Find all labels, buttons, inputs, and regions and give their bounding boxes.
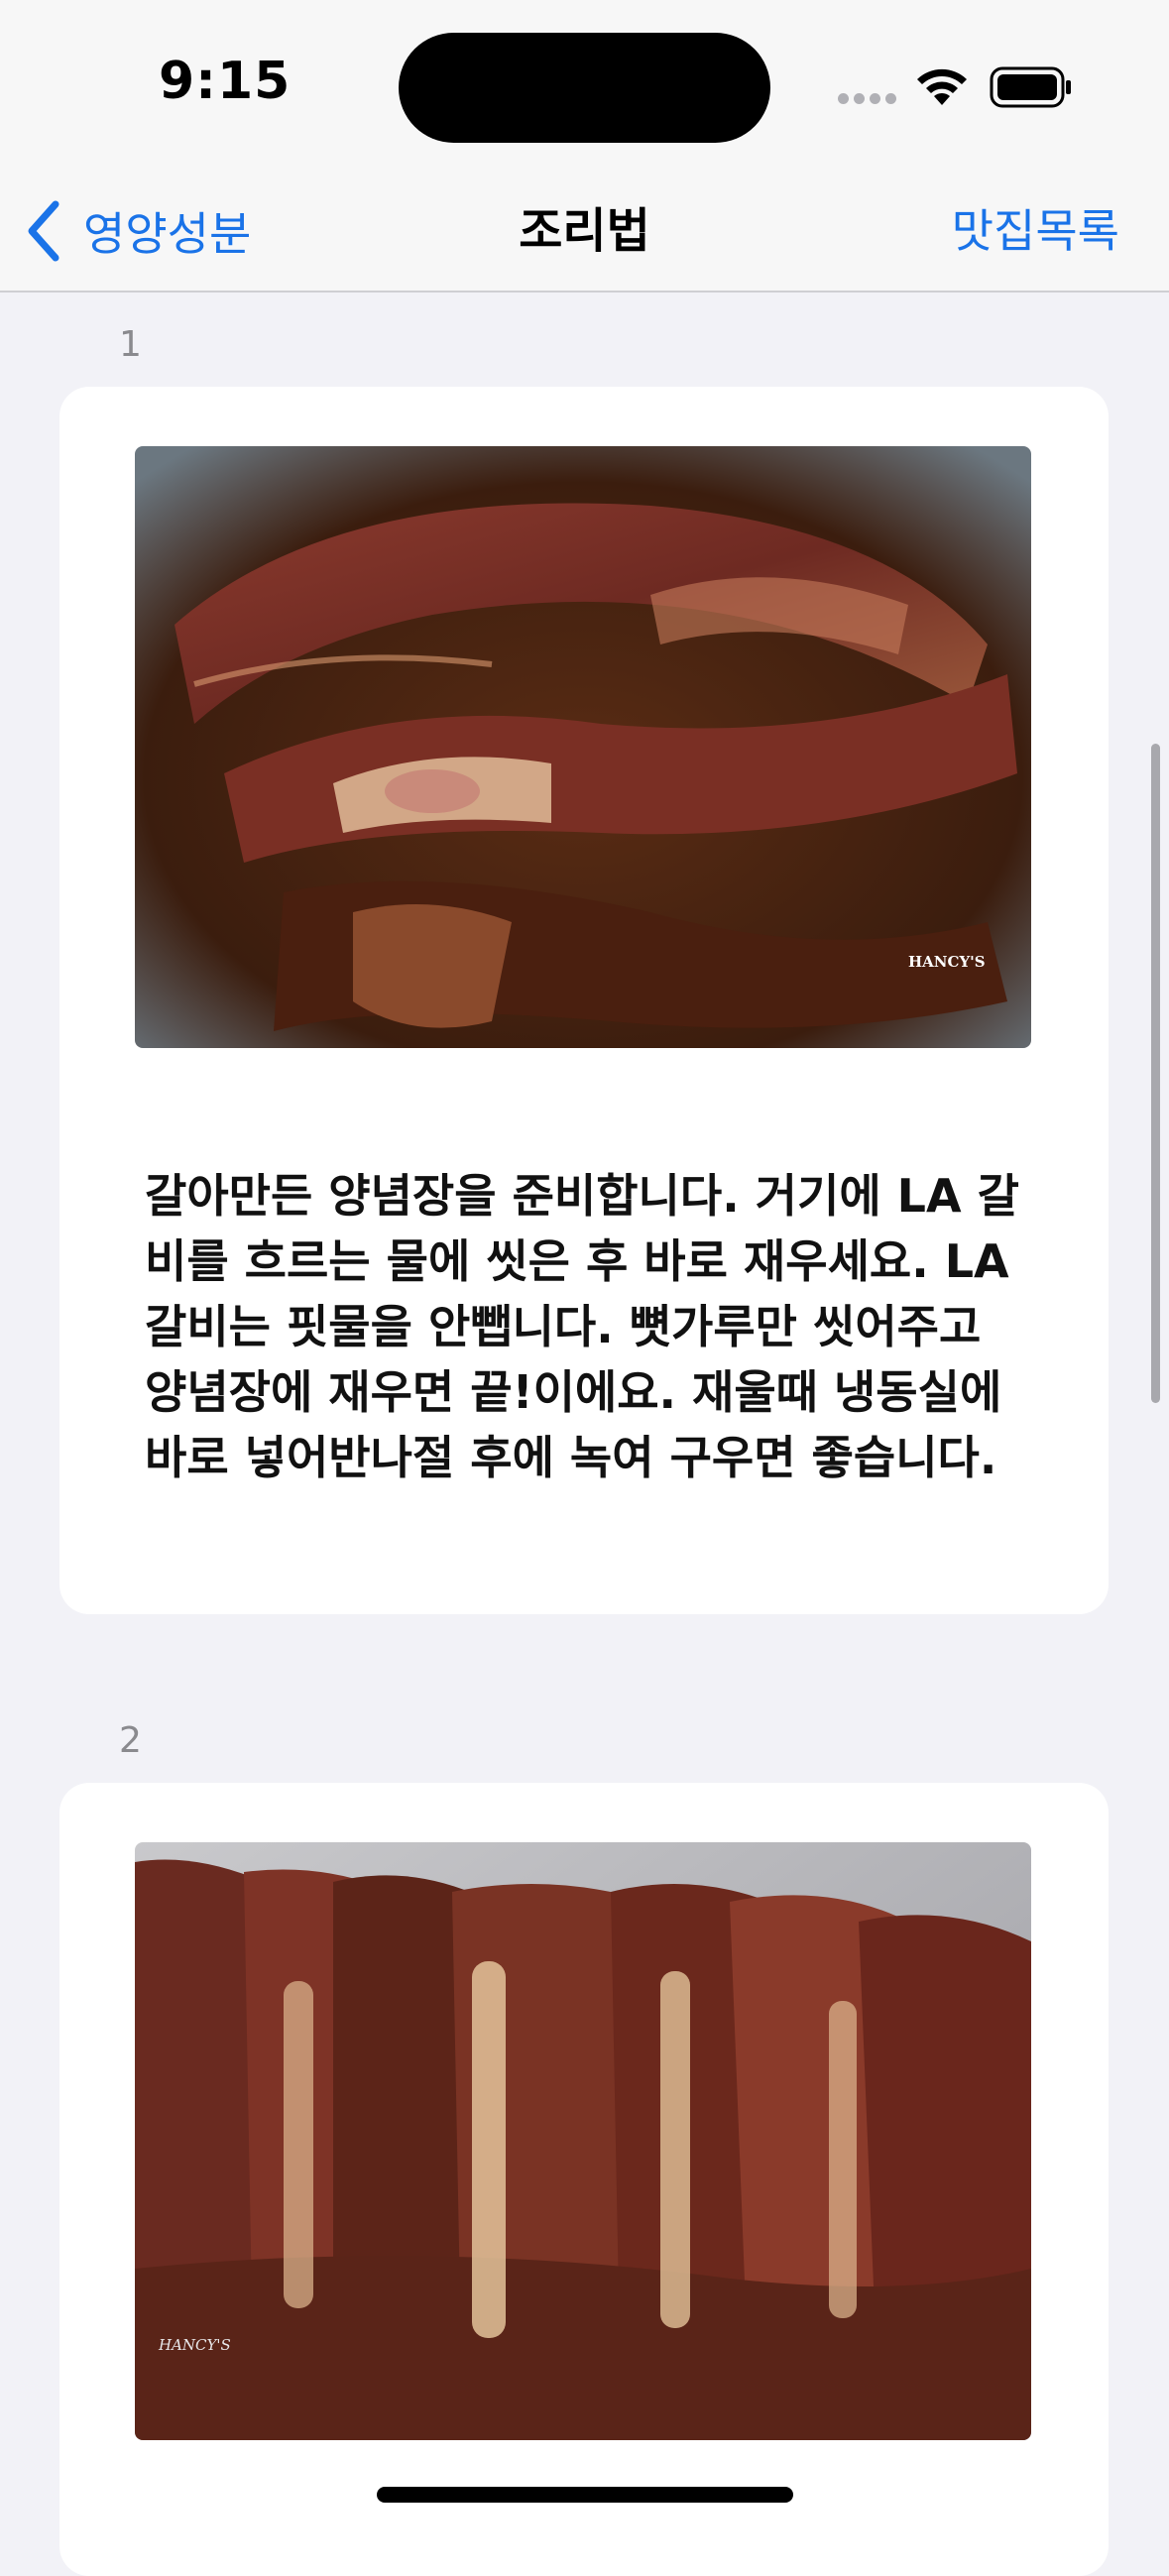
scrollbar[interactable] xyxy=(1151,744,1160,1403)
home-indicator[interactable] xyxy=(377,2487,793,2503)
dynamic-island xyxy=(399,33,770,143)
wifi-icon xyxy=(917,68,967,105)
photo-watermark: HANCY'S xyxy=(158,2336,231,2354)
cellular-signal-icon xyxy=(838,93,897,107)
step-number: 1 xyxy=(119,324,142,365)
photo-watermark: HANCY'S xyxy=(908,953,986,971)
restaurant-list-button[interactable]: 맛집목록 xyxy=(952,196,1119,266)
status-bar: 9:15 xyxy=(0,0,1169,178)
step-description: 갈아만든 양념장을 준비합니다. 거기에 LA 갈비를 흐르는 물에 씻은 후 … xyxy=(145,1169,1019,1484)
navigation-bar: 영양성분 조리법 맛집목록 xyxy=(0,178,1169,293)
battery-icon xyxy=(990,66,1071,108)
status-time: 9:15 xyxy=(159,52,292,111)
step-number: 2 xyxy=(119,1720,142,1761)
marinated-ribs-in-bowl-photo: HANCY'S xyxy=(135,446,1031,1048)
step-card: HANCY'S xyxy=(59,1783,1109,2576)
step-card: HANCY'S 갈아만든 양념장을 준비합니다. 거기에 LA 갈비를 흐르는 … xyxy=(59,387,1109,1614)
ribs-on-foil-photo: HANCY'S xyxy=(135,1842,1031,2440)
